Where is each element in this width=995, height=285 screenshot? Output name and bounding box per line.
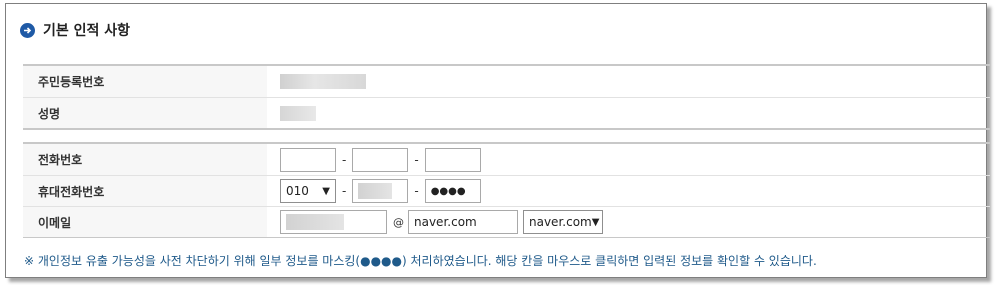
ssn-row: 주민등록번호 <box>23 66 990 97</box>
phone-part1-input[interactable] <box>280 147 336 172</box>
email-domain-value: naver.com <box>414 215 477 229</box>
phone-row: 전화번호 - - <box>23 144 990 175</box>
email-domain-input[interactable]: naver.com <box>408 210 518 234</box>
email-id-masked <box>286 214 344 230</box>
phone-separator: - <box>414 152 419 167</box>
mobile-separator: - <box>342 184 347 198</box>
ssn-value <box>267 66 990 97</box>
mobile-middle-masked <box>358 183 393 199</box>
arrow-circle-right-icon <box>20 22 35 38</box>
phone-value: - - <box>267 144 990 175</box>
basic-info-table: 주민등록번호 성명 <box>23 64 990 130</box>
email-row: 이메일 @ naver.com naver.com ▼ <box>23 206 990 237</box>
phone-part2-input[interactable] <box>352 147 409 172</box>
mobile-label: 휴대전화번호 <box>23 176 267 206</box>
email-label: 이메일 <box>23 207 267 237</box>
name-label: 성명 <box>23 98 267 128</box>
mobile-prefix-select[interactable]: 010 ▼ <box>280 179 336 203</box>
contact-info-table: 전화번호 - - 휴대전화번호 010 ▼ - - ●●●● 이메일 @ nav… <box>23 142 990 238</box>
mobile-prefix-value: 010 <box>286 184 309 198</box>
section-header: 기본 인적 사항 <box>20 20 130 40</box>
email-value: @ naver.com naver.com ▼ <box>267 207 990 237</box>
name-value <box>267 98 990 128</box>
name-masked-value <box>280 105 316 121</box>
masking-notice: ※ 개인정보 유출 가능성을 사전 차단하기 위해 일부 정보를 마스킹(●●●… <box>24 254 817 268</box>
mobile-row: 휴대전화번호 010 ▼ - - ●●●● <box>23 175 990 206</box>
section-title: 기본 인적 사항 <box>43 23 131 39</box>
name-row: 성명 <box>23 97 990 128</box>
ssn-masked-value <box>280 74 366 89</box>
email-id-input[interactable] <box>280 210 387 234</box>
ssn-label: 주민등록번호 <box>23 66 267 97</box>
phone-separator: - <box>342 152 347 167</box>
email-domain-select[interactable]: naver.com ▼ <box>523 210 603 234</box>
mobile-last-masked: ●●●● <box>430 185 466 197</box>
phone-part3-input[interactable] <box>424 147 481 172</box>
mobile-separator: - <box>414 184 419 198</box>
mobile-value: 010 ▼ - - ●●●● <box>267 176 990 206</box>
chevron-down-icon: ▼ <box>322 185 330 197</box>
email-domain-select-value: naver.com <box>529 215 592 229</box>
chevron-down-icon: ▼ <box>591 216 600 228</box>
mobile-middle-input[interactable] <box>352 179 409 203</box>
email-at-sign: @ <box>393 215 404 229</box>
phone-label: 전화번호 <box>23 144 267 175</box>
mobile-last-input[interactable]: ●●●● <box>424 179 481 203</box>
